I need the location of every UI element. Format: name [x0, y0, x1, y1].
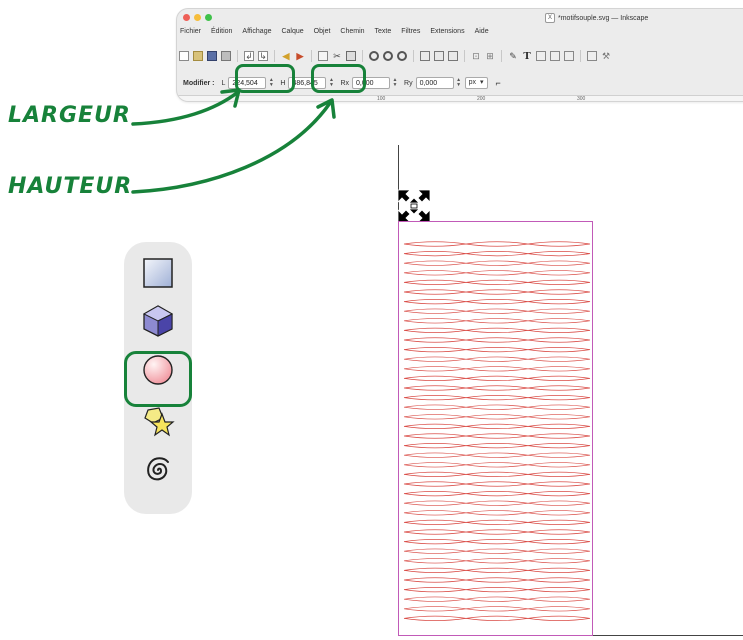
wave-row — [403, 548, 591, 554]
width-arrow — [131, 90, 240, 126]
wave-row — [403, 452, 591, 458]
wave-row — [403, 299, 591, 305]
wave-row — [403, 327, 591, 333]
wave-row — [403, 471, 591, 477]
3d-box-tool[interactable] — [139, 302, 177, 340]
wave-row — [403, 577, 591, 583]
wave-row — [403, 241, 591, 247]
wave-row — [403, 500, 591, 506]
spiral-tool-icon — [147, 457, 169, 481]
selection-handles-icon[interactable] — [396, 188, 432, 224]
rectangle-tool-icon — [143, 258, 173, 288]
wave-row — [403, 519, 591, 525]
wave-row — [403, 318, 591, 324]
rectangle-tool[interactable] — [139, 254, 177, 292]
wave-row — [403, 567, 591, 573]
wave-row — [403, 491, 591, 497]
wave-row — [403, 539, 591, 545]
wave-row — [403, 404, 591, 410]
wave-row — [403, 337, 591, 343]
pattern-selection-box[interactable] — [398, 221, 593, 636]
wave-row — [403, 615, 591, 621]
wave-row — [403, 510, 591, 516]
wave-row — [403, 395, 591, 401]
wave-row — [403, 289, 591, 295]
wave-row — [403, 606, 591, 612]
wave-row — [403, 260, 591, 266]
wave-row — [403, 596, 591, 602]
wave-row — [403, 385, 591, 391]
wave-row — [403, 251, 591, 257]
annotation-arrows — [131, 88, 336, 194]
wave-row — [403, 347, 591, 353]
3d-box-tool-icon — [142, 305, 174, 337]
wave-pattern — [403, 241, 591, 621]
wave-row — [403, 443, 591, 449]
wave-row — [403, 462, 591, 468]
wave-row — [403, 375, 591, 381]
wave-row — [403, 481, 591, 487]
wave-row — [403, 279, 591, 285]
wave-row — [403, 558, 591, 564]
height-arrow — [131, 101, 332, 194]
wave-row — [403, 423, 591, 429]
wave-row — [403, 308, 591, 314]
ellipse-tool-highlight — [124, 351, 192, 407]
wave-row — [403, 270, 591, 276]
spiral-tool[interactable] — [139, 451, 177, 489]
wave-row — [403, 587, 591, 593]
wave-row — [403, 356, 591, 362]
star-polygon-tool-icon — [144, 407, 175, 437]
wave-row — [403, 366, 591, 372]
star-tool[interactable] — [139, 402, 177, 440]
wave-row — [403, 529, 591, 535]
wave-row — [403, 414, 591, 420]
wave-row — [403, 433, 591, 439]
